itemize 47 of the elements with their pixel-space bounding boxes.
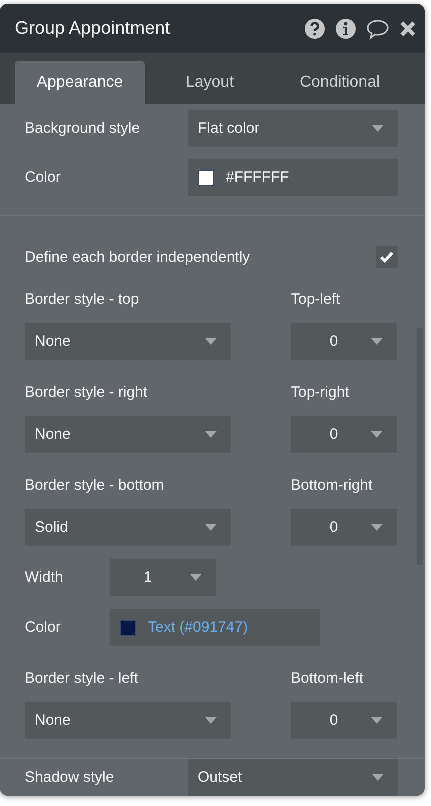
field-label: Top-left [291, 290, 340, 308]
comment-icon[interactable] [366, 18, 390, 40]
caret-icon [205, 338, 217, 345]
field-label: Top-right [291, 384, 350, 400]
tab[interactable]: Conditional [275, 61, 405, 104]
field-label: Width [25, 569, 64, 586]
field-label: Background style [25, 120, 142, 137]
dropdown[interactable]: 0 [291, 702, 397, 739]
dropdown[interactable]: 0 [291, 323, 397, 360]
dropdown[interactable]: Outset [188, 759, 398, 796]
checkbox-label: Define each border independently [25, 248, 250, 266]
caret-icon [190, 574, 202, 581]
dropdown[interactable]: None [25, 416, 231, 453]
tab[interactable]: Appearance [15, 61, 145, 104]
field-label: Bottom-right [291, 476, 373, 494]
color-field[interactable]: #FFFFFF [188, 159, 398, 196]
caret-icon [372, 774, 384, 781]
checkmark-icon [380, 251, 394, 263]
caret-icon [205, 717, 217, 724]
panel-title: Group Appointment [15, 18, 172, 39]
caret-icon [372, 125, 384, 132]
field-label: Bottom-left [291, 670, 364, 686]
field-label: Border style - right [25, 384, 149, 400]
tab[interactable]: Layout [145, 61, 275, 104]
caret-icon [371, 431, 383, 438]
field-label: Border style - top [25, 290, 140, 308]
caret-icon [205, 524, 217, 531]
dropdown[interactable]: 0 [291, 509, 397, 546]
field-label: Color [25, 619, 62, 636]
dropdown[interactable]: 0 [291, 416, 397, 453]
field-label: Shadow style [25, 769, 116, 786]
caret-icon [371, 717, 383, 724]
close-icon[interactable] [399, 20, 417, 38]
info-icon[interactable] [335, 18, 357, 40]
field-label: Border style - bottom [25, 476, 166, 494]
dropdown[interactable]: None [25, 323, 231, 360]
dropdown[interactable]: Solid [25, 509, 231, 546]
dropdown[interactable]: None [25, 702, 231, 739]
field-label: Color [25, 169, 62, 186]
checkbox[interactable] [376, 246, 398, 268]
caret-icon [371, 524, 383, 531]
caret-icon [205, 431, 217, 438]
dropdown[interactable]: 1 [110, 559, 216, 596]
caret-icon [371, 338, 383, 345]
field-label: Border style - left [25, 670, 140, 686]
help-icon[interactable] [304, 18, 326, 40]
dropdown[interactable]: Flat color [188, 110, 398, 147]
